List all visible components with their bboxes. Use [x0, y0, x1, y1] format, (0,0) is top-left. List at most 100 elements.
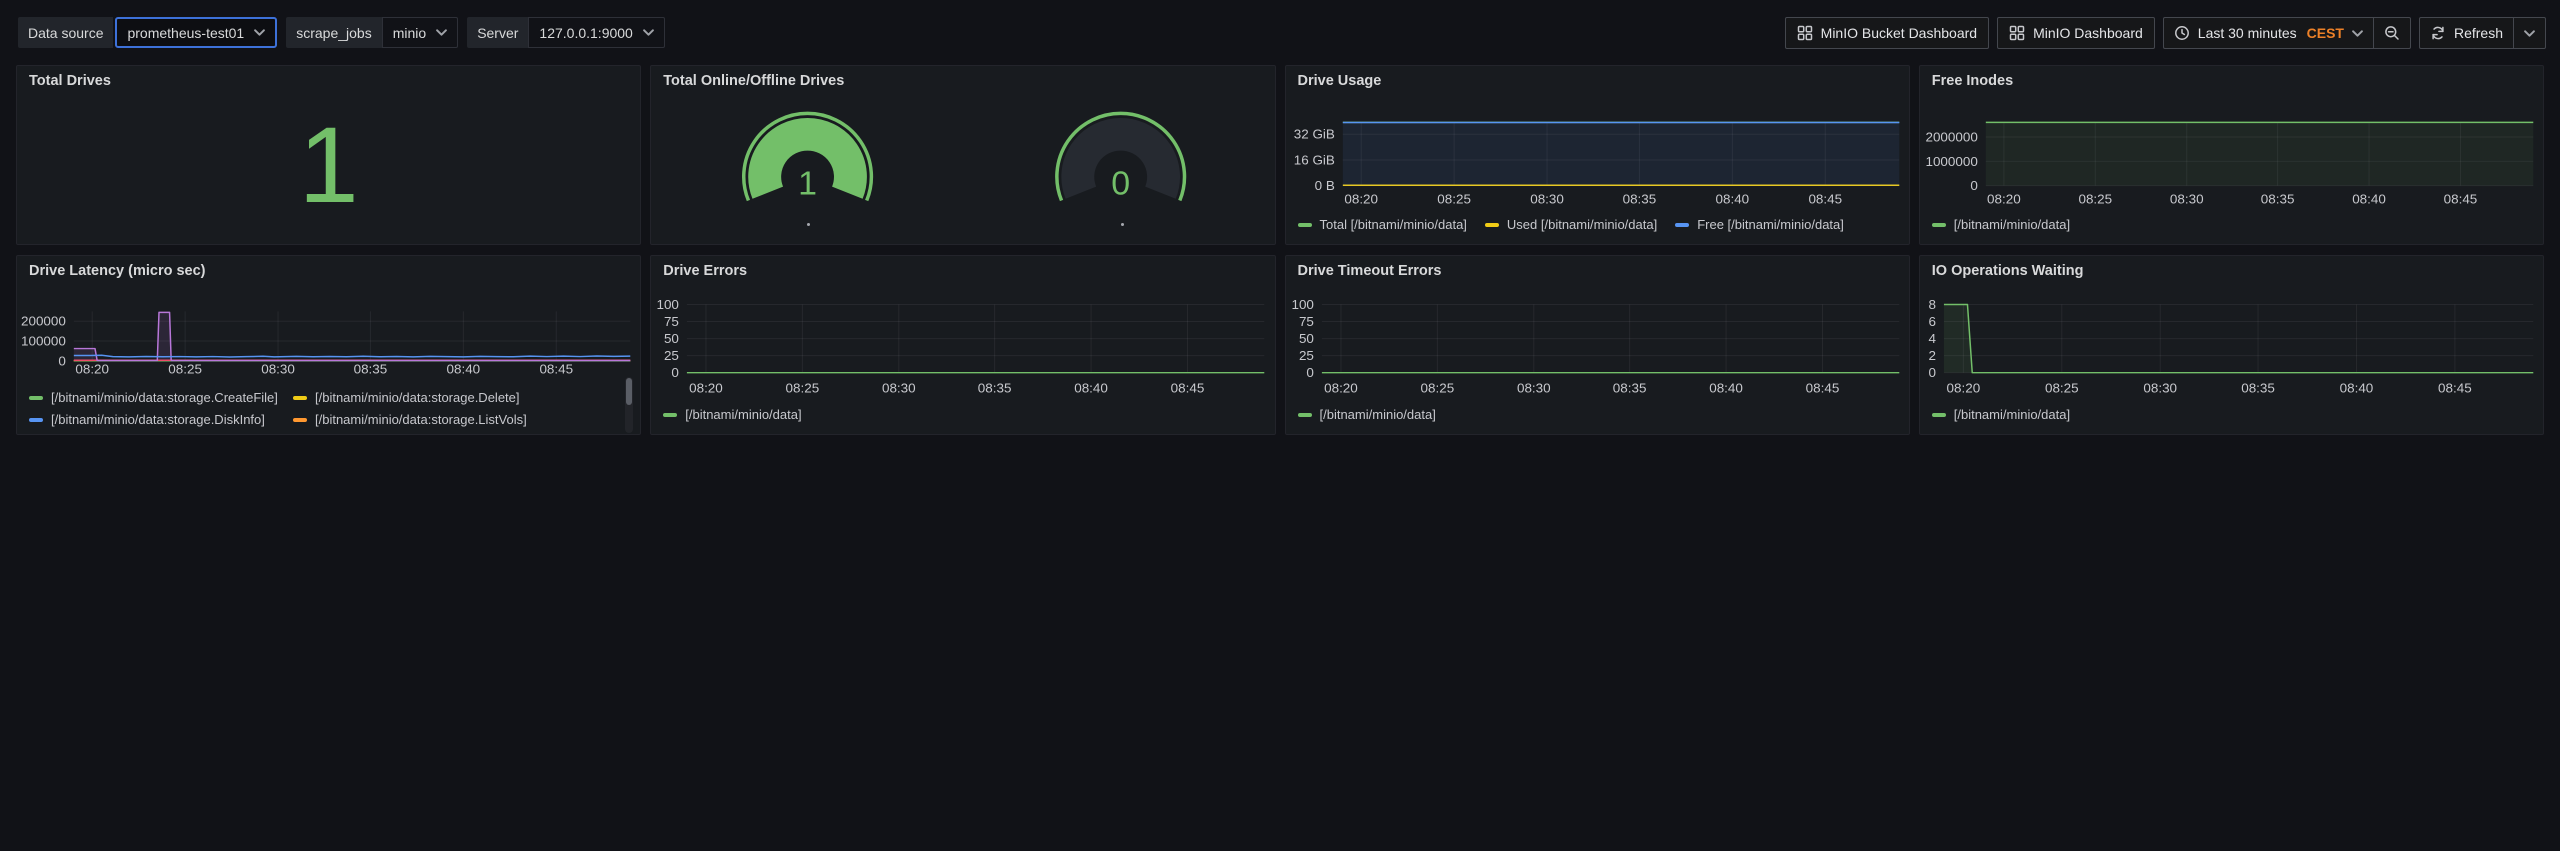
svg-text:25: 25: [1298, 348, 1313, 363]
link-minio-bucket-dashboard[interactable]: MinIO Bucket Dashboard: [1785, 17, 1989, 49]
link-minio-dashboard[interactable]: MinIO Dashboard: [1997, 17, 2155, 49]
legend-scrollbar-thumb[interactable]: [626, 378, 632, 405]
legend-series-dash-icon: [1932, 223, 1946, 227]
time-range-label: Last 30 minutes: [2198, 25, 2297, 41]
svg-text:08:40: 08:40: [1715, 192, 1749, 207]
svg-text:08:25: 08:25: [2045, 381, 2079, 396]
timezone-label: CEST: [2307, 25, 2344, 41]
svg-text:08:40: 08:40: [1074, 381, 1108, 396]
panel-free-inodes: Free Inodes 01000000200000008:2008:2508:…: [1919, 65, 2544, 245]
legend-item[interactable]: [/bitnami/minio/data:storage.ListVols]: [293, 412, 620, 427]
svg-text:2: 2: [1928, 348, 1935, 363]
variable-datasource-select[interactable]: prometheus-test01: [115, 17, 277, 48]
refresh-interval-dropdown[interactable]: [2513, 18, 2545, 48]
legend-item[interactable]: Total [/bitnami/minio/data]: [1298, 217, 1467, 232]
legend-series-dash-icon: [1932, 413, 1946, 417]
dashboard-toolbar: Data source prometheus-test01 scrape_job…: [0, 0, 2560, 64]
svg-text:08:20: 08:20: [1324, 381, 1358, 396]
svg-text:32 GiB: 32 GiB: [1293, 127, 1334, 142]
legend-series-name: [/bitnami/minio/data:storage.CreateFile]: [51, 390, 278, 405]
chart-legend: [/bitnami/minio/data]: [1932, 407, 2523, 422]
refresh-controls: Refresh: [2419, 17, 2546, 49]
apps-icon: [2009, 25, 2025, 41]
svg-text:08:45: 08:45: [539, 362, 573, 377]
time-range-picker[interactable]: Last 30 minutes CEST: [2164, 18, 2373, 48]
svg-text:08:45: 08:45: [2443, 192, 2477, 207]
toolbar-actions: MinIO Bucket Dashboard MinIO Dashboard L…: [1785, 17, 2546, 49]
svg-text:75: 75: [1298, 314, 1313, 329]
svg-text:1000000: 1000000: [1925, 154, 1977, 169]
legend-series-dash-icon: [1298, 413, 1312, 417]
svg-text:08:30: 08:30: [1516, 381, 1550, 396]
panel-drive-usage: Drive Usage 0 B16 GiB32 GiB08:2008:2508:…: [1285, 65, 1910, 245]
svg-text:0: 0: [1928, 365, 1935, 380]
chevron-down-icon: [643, 29, 654, 36]
legend-item[interactable]: [/bitnami/minio/data]: [663, 407, 801, 422]
svg-text:08:40: 08:40: [1709, 381, 1743, 396]
svg-text:08:30: 08:30: [2143, 381, 2177, 396]
link-label: MinIO Bucket Dashboard: [1821, 25, 1977, 41]
legend-item[interactable]: [/bitnami/minio/data:storage.DiskInfo]: [29, 412, 279, 427]
stat-value: 1: [17, 86, 640, 244]
svg-text:50: 50: [664, 331, 679, 346]
legend-item[interactable]: Free [/bitnami/minio/data]: [1675, 217, 1844, 232]
apps-icon: [1797, 25, 1813, 41]
legend-series-name: [/bitnami/minio/data:storage.DiskInfo]: [51, 412, 265, 427]
svg-text:08:30: 08:30: [1530, 192, 1564, 207]
legend-series-name: [/bitnami/minio/data]: [1954, 407, 2070, 422]
clock-icon: [2174, 25, 2190, 41]
legend-item[interactable]: Used [/bitnami/minio/data]: [1485, 217, 1657, 232]
svg-text:08:30: 08:30: [2170, 192, 2204, 207]
chart-legend: [/bitnami/minio/data]: [1298, 407, 1889, 422]
legend-series-name: Used [/bitnami/minio/data]: [1507, 217, 1657, 232]
chevron-down-icon: [2524, 30, 2535, 37]
legend-series-name: [/bitnami/minio/data]: [685, 407, 801, 422]
svg-text:6: 6: [1928, 314, 1935, 329]
chevron-down-icon: [436, 29, 447, 36]
svg-text:08:35: 08:35: [2241, 381, 2275, 396]
legend-item[interactable]: [/bitnami/minio/data]: [1932, 217, 2070, 232]
legend-scrollbar: [625, 377, 633, 433]
svg-text:08:40: 08:40: [447, 362, 481, 377]
legend-series-dash-icon: [1675, 223, 1689, 227]
variable-server-select[interactable]: 127.0.0.1:9000: [528, 17, 664, 48]
legend-series-dash-icon: [1485, 223, 1499, 227]
svg-text:08:25: 08:25: [1420, 381, 1454, 396]
link-label: MinIO Dashboard: [2033, 25, 2143, 41]
svg-text:08:20: 08:20: [689, 381, 723, 396]
zoom-out-button[interactable]: [2373, 18, 2410, 48]
dashboard-grid: Total Drives 1 Total Online/Offline Driv…: [16, 65, 2544, 435]
svg-text:0: 0: [1970, 178, 1977, 193]
svg-text:0: 0: [58, 353, 65, 368]
refresh-label: Refresh: [2454, 25, 2503, 41]
variable-datasource-label: Data source: [18, 17, 113, 48]
svg-text:08:20: 08:20: [75, 362, 109, 377]
svg-text:0: 0: [672, 365, 679, 380]
svg-text:08:40: 08:40: [2339, 381, 2373, 396]
legend-item[interactable]: [/bitnami/minio/data:storage.CreateFile]: [29, 390, 279, 405]
svg-text:08:45: 08:45: [1805, 381, 1839, 396]
svg-text:100: 100: [1291, 297, 1313, 312]
panel-online-offline-drives: Total Online/Offline Drives 10: [650, 65, 1275, 245]
legend-item[interactable]: [/bitnami/minio/data]: [1932, 407, 2070, 422]
refresh-button[interactable]: Refresh: [2420, 18, 2513, 48]
legend-series-dash-icon: [293, 396, 307, 400]
chart-legend: [/bitnami/minio/data:storage.CreateFile]…: [29, 390, 620, 427]
svg-text:08:35: 08:35: [1622, 192, 1656, 207]
search-minus-icon: [2384, 25, 2400, 41]
chevron-down-icon: [2352, 30, 2363, 37]
legend-item[interactable]: [/bitnami/minio/data:storage.Delete]: [293, 390, 620, 405]
svg-text:08:25: 08:25: [2078, 192, 2112, 207]
panel-drive-errors: Drive Errors 025507510008:2008:2508:3008…: [650, 255, 1275, 435]
svg-text:25: 25: [664, 348, 679, 363]
svg-text:50: 50: [1298, 331, 1313, 346]
variable-scrapejobs-select[interactable]: minio: [382, 17, 458, 48]
variable-datasource: Data source prometheus-test01: [18, 17, 277, 48]
svg-text:08:25: 08:25: [168, 362, 202, 377]
time-controls: Last 30 minutes CEST: [2163, 17, 2411, 49]
legend-item[interactable]: [/bitnami/minio/data]: [1298, 407, 1436, 422]
svg-text:08:20: 08:20: [1344, 192, 1378, 207]
variable-server: Server 127.0.0.1:9000: [467, 17, 665, 48]
chart-legend: [/bitnami/minio/data]: [1932, 217, 2523, 232]
svg-text:0: 0: [1112, 165, 1131, 203]
